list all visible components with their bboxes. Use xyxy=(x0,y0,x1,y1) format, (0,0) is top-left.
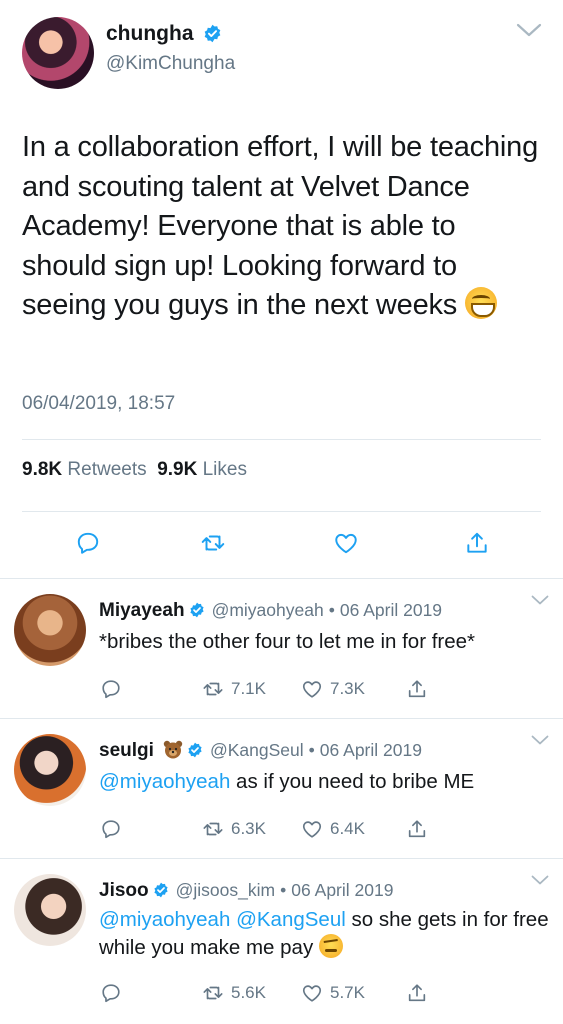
reply-author-name[interactable]: Miyayeah xyxy=(99,600,185,621)
like-button[interactable]: 5.7K xyxy=(300,981,365,1005)
reply-handle[interactable]: @miyaohyeah xyxy=(212,600,324,620)
tweet-text: In a collaboration effort, I will be tea… xyxy=(22,128,542,326)
reply-icon xyxy=(102,680,120,699)
share-icon xyxy=(408,820,426,838)
reply-icon xyxy=(102,984,120,1003)
reply-text: @miyaohyeah as if you need to bribe ME xyxy=(99,768,549,796)
like-heart-icon xyxy=(302,821,322,838)
like-count: 7.3K xyxy=(330,679,365,698)
retweet-button[interactable]: 5.6K xyxy=(201,981,266,1005)
avatar[interactable] xyxy=(14,874,86,946)
chevron-down-icon[interactable] xyxy=(531,875,549,885)
retweet-count[interactable]: 9.8K xyxy=(22,459,62,480)
like-count[interactable]: 9.9K xyxy=(157,459,197,480)
tweet-stats: 9.8K Retweets 9.9K Likes xyxy=(22,459,247,481)
avatar[interactable] xyxy=(14,734,86,806)
reply-actions: 7.1K 7.3K xyxy=(0,677,563,703)
reply-body: as if you need to bribe ME xyxy=(230,770,475,793)
reply-icon xyxy=(102,820,120,839)
reply-tweet[interactable]: seulgi @KangSeul • 06 April 2019 @miyaoh… xyxy=(0,719,563,859)
separator: • xyxy=(308,740,315,760)
reply-author-name[interactable]: Jisoo xyxy=(99,880,149,901)
mention-link[interactable]: @miyaohyeah xyxy=(99,908,230,931)
share-icon xyxy=(408,680,426,698)
reply-date[interactable]: 06 April 2019 xyxy=(340,600,442,620)
tweet-timestamp[interactable]: 06/04/2019, 18:57 xyxy=(22,393,175,415)
mention-link[interactable]: @KangSeul xyxy=(236,908,346,931)
tweet-body: In a collaboration effort, I will be tea… xyxy=(22,131,539,321)
share-icon[interactable] xyxy=(464,530,490,556)
share-button[interactable] xyxy=(405,981,429,1005)
reply-header: Miyayeah @miyaohyeah • 06 April 2019 xyxy=(99,600,442,622)
reply-button[interactable] xyxy=(99,817,123,841)
like-button[interactable]: 6.4K xyxy=(300,817,365,841)
retweet-button[interactable]: 6.3K xyxy=(201,817,266,841)
face-with-raised-eyebrow-emoji-icon xyxy=(318,934,343,958)
retweet-icon xyxy=(203,986,223,1000)
reply-icon[interactable] xyxy=(75,530,101,556)
like-heart-icon[interactable] xyxy=(333,530,359,556)
reply-button[interactable] xyxy=(99,981,123,1005)
divider xyxy=(22,439,541,440)
author-name[interactable]: chungha xyxy=(106,22,194,46)
tweet-actions xyxy=(0,530,563,560)
retweet-button[interactable]: 7.1K xyxy=(201,677,266,701)
reply-actions: 5.6K 5.7K xyxy=(0,981,563,1007)
like-heart-icon xyxy=(302,681,322,698)
reply-header: Jisoo @jisoos_kim • 06 April 2019 xyxy=(99,880,393,902)
bear-face-emoji-icon xyxy=(163,740,183,759)
like-count: 6.4K xyxy=(330,819,365,838)
chevron-down-icon[interactable] xyxy=(531,595,549,605)
avatar[interactable] xyxy=(22,17,94,89)
retweet-label[interactable]: Retweets xyxy=(67,459,146,480)
verified-badge-icon xyxy=(204,24,221,43)
chevron-down-icon[interactable] xyxy=(516,22,542,38)
share-icon xyxy=(408,984,426,1002)
like-button[interactable]: 7.3K xyxy=(300,677,365,701)
reply-tweet[interactable]: Jisoo @jisoos_kim • 06 April 2019 @miyao… xyxy=(0,859,563,1024)
share-button[interactable] xyxy=(405,677,429,701)
main-tweet: chungha @KimChungha In a collaboration e… xyxy=(0,0,563,578)
retweet-icon[interactable] xyxy=(200,530,226,556)
retweet-icon xyxy=(203,682,223,696)
reply-handle[interactable]: @KangSeul xyxy=(210,740,304,760)
grinning-face-emoji-icon xyxy=(464,287,497,319)
retweet-count: 6.3K xyxy=(231,819,266,838)
reply-tweet[interactable]: Miyayeah @miyaohyeah • 06 April 2019 *br… xyxy=(0,579,563,719)
chevron-down-icon[interactable] xyxy=(531,735,549,745)
retweet-icon xyxy=(203,822,223,836)
like-count: 5.7K xyxy=(330,983,365,1002)
reply-header: seulgi @KangSeul • 06 April 2019 xyxy=(99,740,422,762)
reply-text: @miyaohyeah @KangSeul so she gets in for… xyxy=(99,906,549,962)
reply-date[interactable]: 06 April 2019 xyxy=(320,740,422,760)
retweet-count: 5.6K xyxy=(231,983,266,1002)
reply-date[interactable]: 06 April 2019 xyxy=(291,880,393,900)
author-handle[interactable]: @KimChungha xyxy=(106,53,235,75)
retweet-count: 7.1K xyxy=(231,679,266,698)
separator: • xyxy=(280,880,287,900)
reply-button[interactable] xyxy=(99,677,123,701)
avatar[interactable] xyxy=(14,594,86,666)
share-button[interactable] xyxy=(405,817,429,841)
verified-badge-icon xyxy=(188,742,202,758)
mention-link[interactable]: @miyaohyeah xyxy=(99,770,230,793)
separator: • xyxy=(328,600,335,620)
reply-actions: 6.3K 6.4K xyxy=(0,817,563,843)
divider xyxy=(22,511,541,512)
like-label[interactable]: Likes xyxy=(203,459,247,480)
verified-badge-icon xyxy=(189,602,204,618)
like-heart-icon xyxy=(302,985,322,1002)
reply-handle[interactable]: @jisoos_kim xyxy=(176,880,275,900)
verified-badge-icon xyxy=(154,882,168,898)
reply-author-name[interactable]: seulgi xyxy=(99,740,154,761)
reply-text: *bribes the other four to let me in for … xyxy=(99,630,476,653)
